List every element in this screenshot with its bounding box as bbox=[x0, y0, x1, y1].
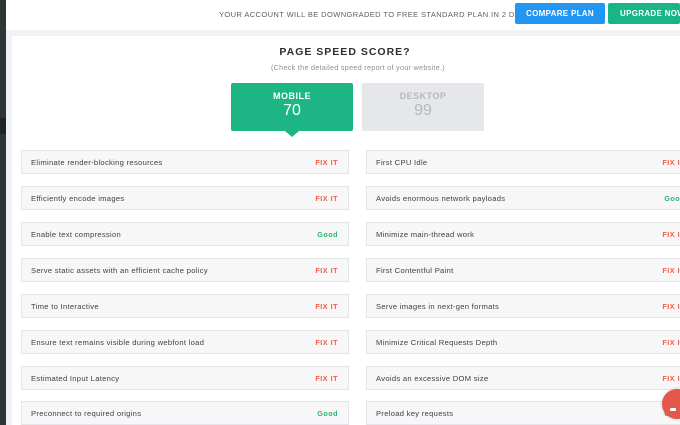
audit-row: Serve static assets with an efficient ca… bbox=[21, 258, 349, 282]
fix-it-link[interactable]: FIX IT bbox=[315, 302, 338, 311]
fix-it-link[interactable]: FIX IT bbox=[662, 266, 680, 275]
fix-it-link[interactable]: FIX IT bbox=[315, 338, 338, 347]
side-strip-marker bbox=[0, 118, 6, 134]
audit-row: Efficiently encode images FIX IT bbox=[21, 186, 349, 210]
audit-row: First Contentful Paint FIX IT bbox=[366, 258, 680, 282]
fix-it-link[interactable]: FIX IT bbox=[662, 338, 680, 347]
good-status: Good bbox=[317, 229, 338, 239]
audit-row: Avoids enormous network payloads Good bbox=[366, 186, 680, 210]
audit-row: First CPU Idle FIX IT bbox=[366, 150, 680, 174]
audit-name: Serve static assets with an efficient ca… bbox=[31, 265, 208, 275]
audit-name: Minimize main-thread work bbox=[376, 229, 475, 239]
audit-row: Enable text compression Good bbox=[21, 222, 349, 246]
fix-it-link[interactable]: FIX IT bbox=[315, 374, 338, 383]
audit-row: Preconnect to required origins Good bbox=[21, 401, 349, 425]
fix-it-link[interactable]: FIX IT bbox=[315, 266, 338, 275]
fix-it-link[interactable]: FIX IT bbox=[662, 158, 680, 167]
audit-row: Serve images in next-gen formats FIX IT bbox=[366, 294, 680, 318]
audit-row: Time to Interactive FIX IT bbox=[21, 294, 349, 318]
audit-name: Preload key requests bbox=[376, 408, 454, 418]
audit-name: Time to Interactive bbox=[31, 301, 99, 311]
audit-name: Avoids an excessive DOM size bbox=[376, 373, 489, 383]
audit-row: Ensure text remains visible during webfo… bbox=[21, 330, 349, 354]
audit-row: Avoids an excessive DOM size FIX IT bbox=[366, 366, 680, 390]
good-status: Good bbox=[664, 193, 680, 203]
audit-row: Preload key requests Good bbox=[366, 401, 680, 425]
tab-mobile-label: MOBILE bbox=[273, 91, 311, 101]
audit-name: Preconnect to required origins bbox=[31, 408, 142, 418]
upgrade-now-button[interactable]: UPGRADE NOW bbox=[608, 3, 680, 24]
tab-desktop-score: 99 bbox=[414, 102, 432, 119]
downgrade-notice: YOUR ACCOUNT WILL BE DOWNGRADED TO FREE … bbox=[219, 10, 531, 19]
audit-name: Minimize Critical Requests Depth bbox=[376, 337, 498, 347]
audit-name: Serve images in next-gen formats bbox=[376, 301, 500, 311]
page-speed-subtitle: (Check the detailed speed report of your… bbox=[270, 63, 445, 72]
tab-mobile-score: 70 bbox=[283, 102, 301, 119]
audit-row: Minimize main-thread work FIX IT bbox=[366, 222, 680, 246]
audit-row: Estimated Input Latency FIX IT bbox=[21, 366, 349, 390]
audit-name: Ensure text remains visible during webfo… bbox=[31, 337, 205, 347]
page-speed-title: PAGE SPEED SCORE? bbox=[279, 46, 411, 58]
tab-desktop-label: DESKTOP bbox=[399, 91, 447, 101]
audit-name: First Contentful Paint bbox=[376, 265, 454, 275]
fix-it-link[interactable]: FIX IT bbox=[662, 302, 680, 311]
audit-name: Enable text compression bbox=[31, 229, 122, 239]
compare-plan-button[interactable]: COMPARE PLAN bbox=[515, 3, 605, 24]
fix-it-link[interactable]: FIX IT bbox=[662, 230, 680, 239]
audit-row: Eliminate render-blocking resources FIX … bbox=[21, 150, 349, 174]
audit-name: Estimated Input Latency bbox=[31, 373, 120, 383]
audit-row: Minimize Critical Requests Depth FIX IT bbox=[366, 330, 680, 354]
fix-it-link[interactable]: FIX IT bbox=[315, 194, 338, 203]
tab-desktop[interactable]: DESKTOP 99 bbox=[362, 83, 484, 131]
audit-name: Efficiently encode images bbox=[31, 193, 125, 203]
tab-mobile[interactable]: MOBILE 70 bbox=[231, 83, 353, 137]
audit-name: First CPU Idle bbox=[376, 157, 428, 167]
audit-name: Avoids enormous network payloads bbox=[376, 193, 506, 203]
audit-name: Eliminate render-blocking resources bbox=[31, 157, 163, 167]
good-status: Good bbox=[317, 408, 338, 418]
fix-it-link[interactable]: FIX IT bbox=[662, 374, 680, 383]
fix-it-link[interactable]: FIX IT bbox=[315, 158, 338, 167]
